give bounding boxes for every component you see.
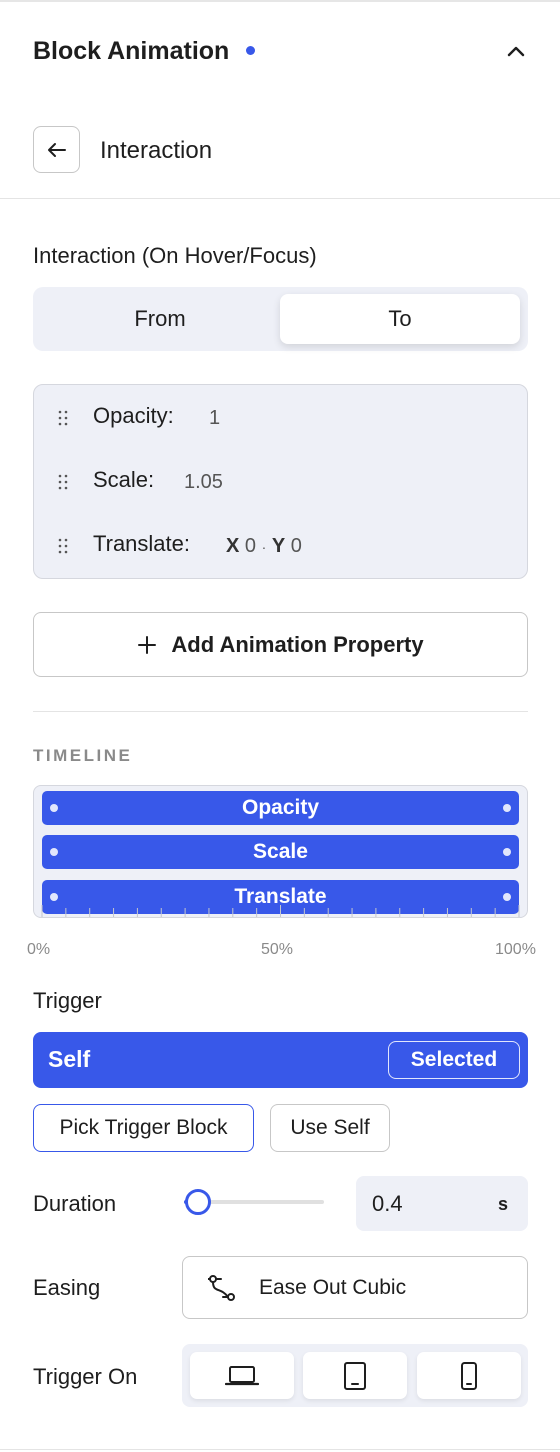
scale-label-end: 100%	[495, 941, 536, 958]
interaction-section-title: Interaction (On Hover/Focus)	[33, 243, 317, 268]
drag-handle-icon[interactable]	[56, 537, 70, 555]
trigger-current[interactable]: Self Selected	[33, 1032, 528, 1088]
property-row-translate[interactable]: Translate: X 0 · Y 0	[34, 525, 529, 565]
keyframe-start-handle[interactable]	[50, 893, 58, 901]
property-row-opacity[interactable]: Opacity: 1	[34, 397, 529, 437]
add-button-label: Add Animation Property	[171, 631, 424, 657]
tab-from[interactable]: From	[41, 294, 279, 344]
header-divider	[0, 198, 560, 199]
duration-input[interactable]: 0.4 s	[356, 1176, 528, 1231]
keyframe-start-handle[interactable]	[50, 848, 58, 856]
duration-unit: s	[497, 1194, 508, 1214]
panel-header[interactable]: Block Animation	[0, 28, 560, 78]
duration-slider[interactable]	[184, 1188, 324, 1216]
use-self-button[interactable]: Use Self	[270, 1104, 390, 1152]
easing-select[interactable]: Ease Out Cubic	[182, 1256, 528, 1319]
scale-label-mid: 50%	[261, 941, 294, 958]
device-toggle-group	[182, 1344, 528, 1407]
property-value[interactable]: 1	[209, 407, 220, 430]
trigger-on-label: Trigger On	[33, 1364, 138, 1389]
modified-indicator-dot	[246, 46, 255, 55]
device-tablet-button[interactable]	[303, 1352, 407, 1399]
section-divider	[33, 711, 528, 712]
timeline-track-scale[interactable]: Scale	[42, 835, 519, 869]
animation-properties-list: Opacity: 1 Scale: 1.05 Translate: X 0 · …	[33, 384, 528, 579]
drag-handle-icon[interactable]	[56, 473, 70, 491]
keyframe-start-handle[interactable]	[50, 804, 58, 812]
plus-icon	[138, 635, 157, 654]
timeline-title: TIMELINE	[33, 746, 133, 765]
keyframe-end-handle[interactable]	[503, 893, 511, 901]
tab-to[interactable]: To	[280, 294, 520, 344]
duration-label: Duration	[33, 1191, 117, 1216]
from-to-toggle: From To	[33, 287, 528, 351]
easing-label: Easing	[33, 1275, 101, 1300]
track-label: Scale	[253, 840, 308, 863]
device-desktop-button[interactable]	[190, 1352, 294, 1399]
pick-trigger-block-button[interactable]: Pick Trigger Block	[33, 1104, 254, 1152]
back-button[interactable]	[33, 126, 80, 173]
arrow-left-icon	[47, 142, 66, 157]
track-label: Opacity	[241, 796, 320, 819]
trigger-name: Self	[48, 1046, 91, 1072]
translate-separator: ·	[261, 539, 267, 555]
mobile-icon	[461, 1361, 477, 1390]
property-value[interactable]: 1.05	[184, 471, 223, 494]
trigger-label: Trigger	[33, 988, 102, 1013]
slider-thumb[interactable]	[185, 1189, 211, 1215]
translate-value[interactable]: X 0 · Y 0	[226, 535, 302, 558]
keyframe-end-handle[interactable]	[503, 804, 511, 812]
timeline-ticks	[41, 905, 520, 917]
scale-label-start: 0%	[27, 941, 51, 958]
add-animation-property-button[interactable]: Add Animation Property	[33, 612, 528, 677]
keyframe-end-handle[interactable]	[503, 848, 511, 856]
property-name: Opacity:	[93, 403, 174, 428]
timeline-scale-labels: 0% 50% 100%	[0, 941, 560, 961]
desktop-icon	[225, 1365, 259, 1385]
timeline-track-opacity[interactable]: Opacity	[42, 791, 519, 825]
selected-badge: Selected	[388, 1041, 520, 1079]
translate-x-value: 0	[244, 535, 257, 557]
tablet-icon	[344, 1361, 366, 1390]
subheader-title: Interaction	[100, 137, 213, 164]
bezier-curve-icon	[208, 1275, 235, 1301]
device-mobile-button[interactable]	[417, 1352, 521, 1399]
chevron-up-icon[interactable]	[504, 40, 528, 64]
translate-y-value: 0	[290, 535, 302, 557]
panel-top-border	[0, 0, 560, 4]
translate-y-label: Y	[271, 535, 286, 557]
easing-value: Ease Out Cubic	[259, 1276, 407, 1299]
property-name: Scale:	[93, 467, 155, 492]
drag-handle-icon[interactable]	[56, 409, 70, 427]
panel-bottom-border	[0, 1449, 560, 1450]
property-name: Translate:	[93, 531, 191, 556]
timeline: Opacity Scale Translate	[33, 785, 528, 918]
translate-x-label: X	[226, 535, 240, 557]
duration-value: 0.4	[372, 1191, 403, 1216]
panel-title: Block Animation	[33, 37, 230, 65]
property-row-scale[interactable]: Scale: 1.05	[34, 461, 529, 501]
interaction-subheader: Interaction	[0, 124, 560, 176]
